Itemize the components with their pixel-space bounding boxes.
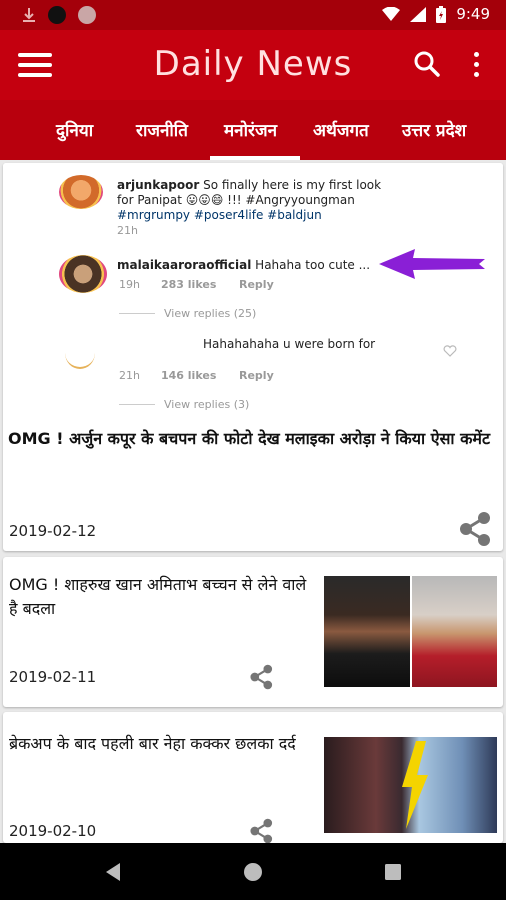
notification-icon [78,6,96,24]
article-headline[interactable]: ब्रेकअप के बाद पहली बार नेहा कक्कर छलका … [9,732,309,756]
tab-rajniti[interactable]: राजनीति [136,118,188,141]
article-date: 2019-02-11 [9,668,97,686]
system-navigation-bar [0,843,506,900]
app-bar: Daily News [0,30,506,100]
article-headline[interactable]: OMG ! शाहरुख खान अमिताभ बच्चन से लेने वा… [9,573,309,621]
comment-username: arjunkapoor [117,178,200,192]
search-icon[interactable] [413,50,441,78]
reply-link: Reply [239,278,274,291]
signal-icon [410,6,427,22]
article-date: 2019-02-12 [9,522,97,540]
reply-link: Reply [239,369,274,382]
wifi-icon [382,7,401,21]
status-time: 9:49 [456,5,490,23]
article-image: arjunkapoor So finally here is my first … [3,163,503,413]
comment-text: Hahaha too cute ... [255,258,371,272]
divider [119,404,155,405]
comment-hashtags: #mrgrumpy #poser4life #baldjun [117,208,322,222]
heart-icon [443,345,457,357]
lightning-icon [402,741,428,829]
divider [119,313,155,314]
tab-uttar-pradesh[interactable]: उत्तर प्रदेश [402,118,466,141]
share-icon[interactable] [249,664,275,690]
view-replies-link: View replies (3) [164,398,250,411]
article-thumbnail [324,576,497,687]
recents-icon[interactable] [385,864,401,880]
comment-likes: 146 likes [161,369,217,382]
article-card[interactable]: OMG ! शाहरुख खान अमिताभ बच्चन से लेने वा… [3,557,503,707]
view-replies-link: View replies (25) [164,307,257,320]
category-tabs: दुनिया राजनीति मनोरंजन अर्थजगत उत्तर प्र… [0,100,506,160]
article-headline[interactable]: OMG ! अर्जुन कपूर के बचपन की फोटो देख मल… [8,427,496,451]
comment-username: malaikaaroraofficial [117,258,252,272]
active-tab-indicator [210,156,300,160]
avatar [59,255,107,293]
back-icon[interactable] [104,862,122,882]
tab-arthjagat[interactable]: अर्थजगत [313,118,369,141]
comment-text: Hahahahaha u were born for [203,337,376,351]
download-icon [23,8,35,22]
home-icon[interactable] [243,862,263,882]
comment-time: 21h [117,224,138,237]
more-vert-icon[interactable] [474,52,479,82]
article-date: 2019-02-10 [9,822,97,840]
status-bar: 9:49 [0,0,506,30]
share-icon[interactable] [458,511,494,547]
comment-text: for Panipat 😛😛😄 !!! #Angryyoungman [117,193,355,207]
article-thumbnail [324,737,497,833]
avatar [65,337,95,369]
tab-manoranjan[interactable]: मनोरंजन [224,118,277,141]
featured-article-card[interactable]: arjunkapoor So finally here is my first … [3,163,503,551]
battery-icon [436,5,447,23]
avatar [59,175,103,209]
arrow-annotation [379,249,485,279]
tab-duniya[interactable]: दुनिया [56,118,93,141]
comment-time: 21h [119,369,140,382]
comment-time: 19h [119,278,140,291]
article-card[interactable]: ब्रेकअप के बाद पहली बार नेहा कक्कर छलका … [3,712,503,843]
share-icon[interactable] [249,818,275,843]
comment-likes: 283 likes [161,278,217,291]
comment-text: So finally here is my first look [203,178,382,192]
notification-icon [48,6,66,24]
